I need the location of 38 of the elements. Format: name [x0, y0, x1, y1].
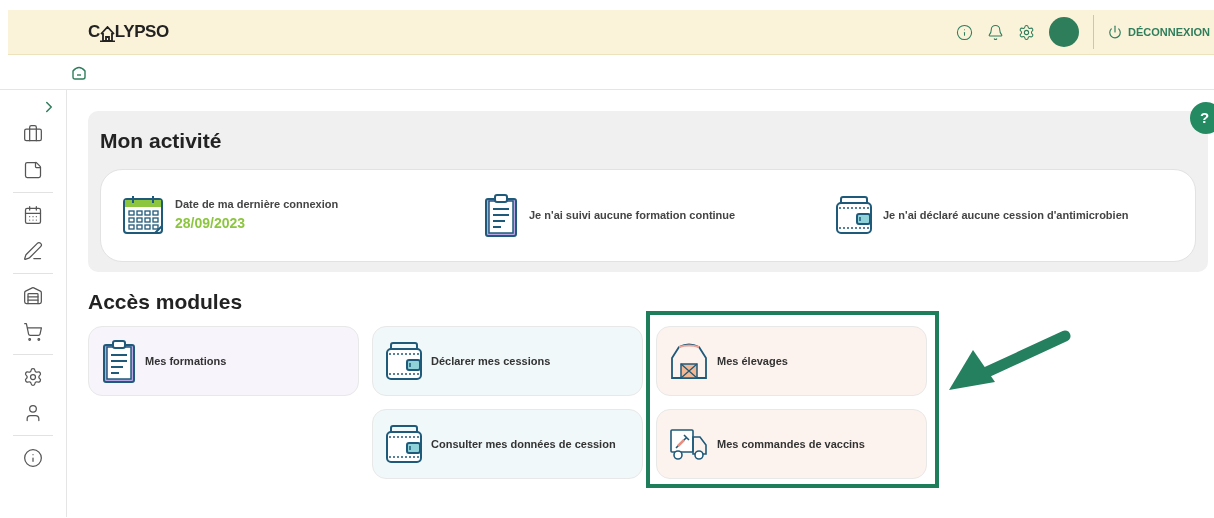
activity-label: Date de ma dernière connexion [175, 197, 339, 213]
cart-icon[interactable] [23, 322, 43, 342]
section-title: Accès modules [88, 288, 244, 315]
home-icon[interactable] [72, 64, 86, 80]
note-icon[interactable] [23, 160, 43, 180]
info-icon[interactable] [23, 448, 43, 468]
calendar-icon[interactable] [23, 205, 43, 225]
power-icon [1108, 25, 1123, 39]
wallet-icon [835, 195, 873, 235]
clipboard-icon [101, 338, 137, 384]
pen-icon[interactable] [23, 241, 43, 261]
vaccine-truck-icon [669, 427, 709, 461]
info-icon[interactable] [956, 23, 974, 41]
module-card[interactable]: Mes commandes de vaccins [656, 409, 927, 479]
activity-label: Je n'ai suivi aucune formation continue [529, 207, 736, 223]
module-card[interactable]: Déclarer mes cessions [372, 326, 643, 396]
logo-text: LYPSO [114, 21, 169, 44]
logout-button[interactable]: DÉCONNEXION [1108, 23, 1210, 41]
activity-label: Je n'ai déclaré aucune cession d'antimicrobien [883, 207, 1129, 223]
module-card[interactable]: Consulter mes données de cession [372, 409, 643, 479]
notification-bell-icon[interactable] [987, 23, 1005, 41]
house-logo-icon [99, 25, 115, 42]
barn-icon [669, 342, 709, 380]
barn-icon[interactable] [23, 286, 43, 306]
wallet-icon [385, 424, 423, 464]
wallet-icon [385, 341, 423, 381]
calendar-icon [121, 193, 165, 237]
avatar[interactable] [1049, 17, 1080, 47]
section-title: Mon activité [100, 128, 223, 154]
settings-icon[interactable] [23, 367, 43, 387]
briefcase-icon[interactable] [23, 124, 43, 144]
module-card[interactable]: Mes formations [88, 326, 359, 396]
settings-icon[interactable] [1018, 23, 1036, 41]
last-login-date: 28/09/2023 [175, 213, 247, 233]
help-button[interactable]: ? [1190, 102, 1214, 134]
module-card[interactable]: Mes élevages [656, 326, 927, 396]
clipboard-icon [483, 192, 519, 238]
logo-text: C [88, 21, 100, 44]
